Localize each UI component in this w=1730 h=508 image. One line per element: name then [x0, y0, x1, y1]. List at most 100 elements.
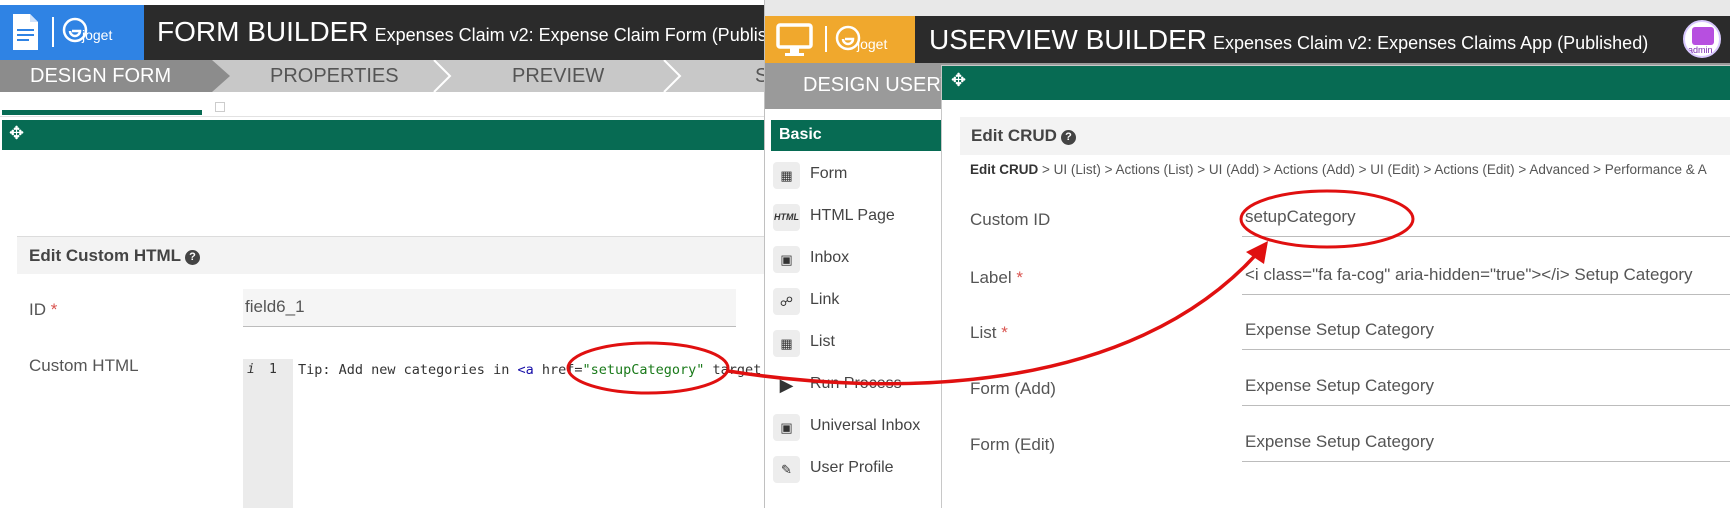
list-select[interactable]: Expense Setup Category: [1242, 312, 1730, 350]
palette-item-user-profile[interactable]: ✎ User Profile: [773, 451, 948, 489]
avatar-label: admin: [1688, 45, 1713, 55]
palette-item-html-page[interactable]: HTML HTML Page: [773, 199, 948, 237]
form-builder-toolbar: [0, 92, 770, 117]
palette-heading-basic[interactable]: Basic: [771, 120, 941, 151]
code-line[interactable]: Tip: Add new categories in <a href="setu…: [298, 362, 761, 378]
builder-subtitle: Expenses Claim v2: Expense Claim Form (P…: [374, 25, 770, 45]
form-add-select[interactable]: Expense Setup Category: [1242, 368, 1730, 406]
palette-item-link[interactable]: ☍ Link: [773, 283, 948, 321]
form-edit-select[interactable]: Expense Setup Category: [1242, 424, 1730, 462]
list-label: List *: [970, 323, 1008, 343]
form-edit-label: Form (Edit): [970, 435, 1055, 454]
form-add-label: Form (Add): [970, 379, 1056, 398]
tab-design-form[interactable]: DESIGN FORM: [0, 60, 212, 92]
palette-item-universal-inbox[interactable]: ▣ Universal Inbox: [773, 409, 948, 447]
label-label-text: Label: [970, 268, 1012, 287]
builder-subtitle: Expenses Claim v2: Expenses Claims App (…: [1213, 33, 1649, 53]
required-marker: *: [50, 300, 58, 319]
code-attr: href=: [533, 362, 583, 378]
palette-item-form[interactable]: ▦ Form: [773, 157, 948, 195]
tab-separator: [433, 60, 452, 92]
monitor-icon: [776, 23, 813, 56]
inbox-icon: ▣: [773, 246, 800, 273]
tab-separator: [212, 60, 230, 92]
userview-builder-header: joget USERVIEW BUILDER Expenses Claim v2:…: [765, 16, 1730, 63]
custom-id-label: Custom ID: [970, 210, 1051, 229]
form-icon: ▦: [773, 162, 800, 189]
tab-properties[interactable]: PROPERTIES: [270, 60, 399, 92]
palette-item-list[interactable]: ▦ List: [773, 325, 948, 363]
code-text-after: target: [704, 362, 762, 378]
help-icon[interactable]: ?: [1060, 130, 1076, 145]
joget-brand-text: joget: [82, 27, 113, 43]
palette-item-label: Form: [810, 165, 848, 182]
browser-bookmarks-strip: [765, 0, 1730, 16]
required-marker: *: [1001, 323, 1008, 342]
tab-label: DESIGN FORM: [30, 65, 172, 87]
palette-item-inbox[interactable]: ▣ Inbox: [773, 241, 948, 279]
code-editor-gutter: i 1: [243, 359, 293, 508]
custom-id-input[interactable]: setupCategory: [1242, 199, 1730, 237]
form-builder-header: joget FORM BUILDER Expenses Claim v2: Exp…: [0, 5, 770, 60]
list-icon: ▦: [773, 330, 800, 357]
breadcrumb-steps: > UI (List) > Actions (List) > UI (Add) …: [1038, 162, 1707, 177]
builder-title: FORM BUILDER: [157, 16, 369, 47]
panel-title-text: Edit CRUD: [971, 126, 1057, 145]
id-input[interactable]: field6_1: [243, 289, 736, 327]
palette-item-label: Link: [810, 291, 840, 308]
label-input[interactable]: <i class="fa fa-cog" aria-hidden="true">…: [1242, 257, 1730, 295]
panel-title: Edit Custom HTML?: [29, 246, 201, 266]
form-dialog-titlebar[interactable]: ✥: [2, 120, 770, 150]
palette-item-label: User Profile: [810, 459, 894, 476]
palette-item-label: Run Process: [810, 375, 902, 392]
palette-item-label: List: [810, 333, 835, 350]
form-builder-title: FORM BUILDER Expenses Claim v2: Expense C…: [157, 16, 770, 48]
tab-label: PROPERTIES: [270, 65, 399, 87]
avatar-image: [1692, 27, 1714, 45]
edit-crud-header: Edit CRUD?: [960, 117, 1730, 155]
crud-dialog-titlebar[interactable]: ✥: [942, 66, 1730, 100]
palette-item-label: Universal Inbox: [810, 417, 921, 434]
userview-builder-title: USERVIEW BUILDER Expenses Claim v2: Expen…: [929, 24, 1648, 56]
userview-builder-logo[interactable]: joget: [765, 16, 915, 63]
avatar[interactable]: admin: [1683, 20, 1721, 58]
joget-brand-text: joget: [857, 36, 888, 52]
id-label: ID *: [29, 300, 57, 320]
palette-item-label: HTML Page: [810, 207, 895, 224]
user-edit-icon: ✎: [773, 456, 800, 483]
logo-divider: [825, 26, 827, 52]
line-number: 1: [269, 362, 277, 377]
panel-title: Edit CRUD?: [971, 126, 1076, 146]
play-icon: ▶: [779, 375, 794, 395]
scroll-arrow-icon[interactable]: [215, 102, 225, 112]
code-editor[interactable]: [293, 359, 770, 508]
html-icon: HTML: [773, 204, 800, 231]
userview-builder-window: joget USERVIEW BUILDER Expenses Claim v2:…: [764, 0, 1730, 508]
form-builder-logo[interactable]: [0, 5, 52, 60]
inbox-icon: ▣: [773, 414, 800, 441]
tab-label: PREVIEW: [512, 65, 605, 87]
label-label: Label *: [970, 268, 1023, 288]
id-label-text: ID: [29, 300, 46, 319]
tab-preview[interactable]: PREVIEW: [512, 60, 604, 92]
move-icon[interactable]: ✥: [9, 123, 24, 144]
list-label-text: List: [970, 323, 997, 342]
form-builder-window: joget FORM BUILDER Expenses Claim v2: Exp…: [0, 0, 770, 508]
help-icon[interactable]: ?: [185, 250, 201, 265]
breadcrumb[interactable]: Edit CRUD > UI (List) > Actions (List) >…: [970, 162, 1707, 177]
move-icon[interactable]: ✥: [951, 70, 966, 91]
document-icon: [13, 14, 38, 50]
builder-title: USERVIEW BUILDER: [929, 24, 1207, 55]
tab-separator: [663, 60, 682, 92]
code-text: Tip: Add new categories in: [298, 362, 518, 378]
palette-item-run-process[interactable]: ▶ Run Process: [773, 367, 948, 405]
palette-item-label: Inbox: [810, 249, 850, 266]
required-marker: *: [1016, 268, 1023, 287]
custom-html-label: Custom HTML: [29, 356, 139, 375]
toolbar-indicator: [2, 110, 202, 115]
edit-crud-dialog: ✥ Edit CRUD? Edit CRUD > UI (List) > Act…: [941, 65, 1730, 508]
joget-logo[interactable]: joget: [52, 5, 144, 60]
edit-custom-html-header: Edit Custom HTML?: [17, 236, 770, 274]
form-builder-tabs: DESIGN FORM PROPERTIES PREVIEW S: [0, 60, 770, 92]
panel-title-text: Edit Custom HTML: [29, 246, 182, 265]
